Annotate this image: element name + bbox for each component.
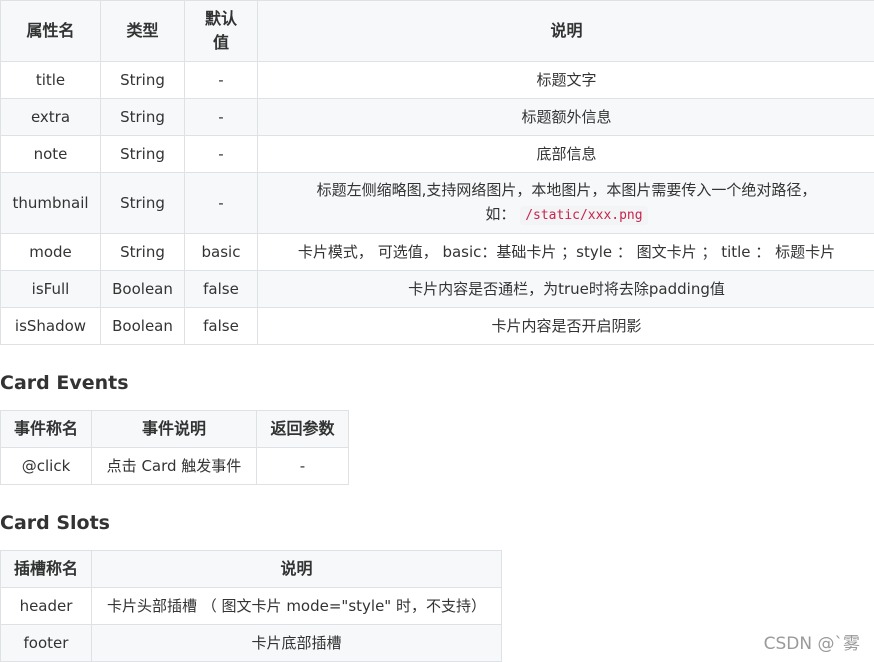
slot-desc: 卡片底部插槽 (92, 625, 502, 662)
prop-default: false (185, 308, 258, 345)
table-row: isShadow Boolean false 卡片内容是否开启阴影 (1, 308, 874, 345)
prop-type: Boolean (101, 271, 185, 308)
table-row: mode String basic 卡片模式， 可选值， basic：基础卡片 … (1, 234, 874, 271)
header-prop-default: 默认值 (185, 1, 258, 62)
event-desc: 点击 Card 触发事件 (92, 448, 257, 485)
table-row: isFull Boolean false 卡片内容是否通栏，为true时将去除p… (1, 271, 874, 308)
header-prop-name: 属性名 (1, 1, 101, 62)
prop-type: String (101, 136, 185, 173)
prop-desc: 底部信息 (258, 136, 874, 173)
header-event-name: 事件称名 (1, 411, 92, 448)
table-row: footer 卡片底部插槽 (1, 625, 502, 662)
prop-desc-line2: 如： /static/xxx.png (264, 202, 869, 228)
path-code: /static/xxx.png (520, 206, 647, 225)
prop-desc-prefix: 如： (485, 205, 515, 223)
table-row: note String - 底部信息 (1, 136, 874, 173)
prop-name: note (1, 136, 101, 173)
table-row: extra String - 标题额外信息 (1, 99, 874, 136)
prop-default: - (185, 62, 258, 99)
table-row: header 卡片头部插槽 （ 图文卡片 mode="style" 时，不支持） (1, 588, 502, 625)
prop-name: title (1, 62, 101, 99)
header-event-desc: 事件说明 (92, 411, 257, 448)
header-prop-desc: 说明 (258, 1, 874, 62)
prop-desc: 卡片内容是否通栏，为true时将去除padding值 (258, 271, 874, 308)
prop-default: false (185, 271, 258, 308)
prop-desc-line1: 标题左侧缩略图,支持网络图片，本地图片，本图片需要传入一个绝对路径， (264, 178, 869, 202)
csdn-watermark: CSDN @ˋ雾 (764, 629, 860, 654)
prop-type: String (101, 173, 185, 234)
header-event-return: 返回参数 (257, 411, 349, 448)
event-return: - (257, 448, 349, 485)
header-prop-type: 类型 (101, 1, 185, 62)
events-heading: Card Events (0, 372, 129, 394)
prop-name: extra (1, 99, 101, 136)
prop-default: - (185, 136, 258, 173)
slot-desc: 卡片头部插槽 （ 图文卡片 mode="style" 时，不支持） (92, 588, 502, 625)
prop-default: - (185, 173, 258, 234)
slots-heading: Card Slots (0, 512, 110, 534)
prop-type: String (101, 99, 185, 136)
table-row: @click 点击 Card 触发事件 - (1, 448, 349, 485)
slot-name: header (1, 588, 92, 625)
event-name: @click (1, 448, 92, 485)
table-row: thumbnail String - 标题左侧缩略图,支持网络图片，本地图片，本… (1, 173, 874, 234)
prop-desc: 卡片模式， 可选值， basic：基础卡片 ；style ： 图文卡片 ； ti… (258, 234, 874, 271)
prop-desc: 标题额外信息 (258, 99, 874, 136)
prop-type: Boolean (101, 308, 185, 345)
prop-desc: 标题左侧缩略图,支持网络图片，本地图片，本图片需要传入一个绝对路径， 如： /s… (258, 173, 874, 234)
events-table: 事件称名 事件说明 返回参数 @click 点击 Card 触发事件 - (0, 410, 349, 485)
prop-desc: 卡片内容是否开启阴影 (258, 308, 874, 345)
prop-desc: 标题文字 (258, 62, 874, 99)
prop-name: isShadow (1, 308, 101, 345)
header-slot-name: 插槽称名 (1, 551, 92, 588)
header-slot-desc: 说明 (92, 551, 502, 588)
table-row: title String - 标题文字 (1, 62, 874, 99)
slot-name: footer (1, 625, 92, 662)
props-table: 属性名 类型 默认值 说明 title String - 标题文字 extra … (0, 0, 874, 345)
prop-default: basic (185, 234, 258, 271)
slots-table: 插槽称名 说明 header 卡片头部插槽 （ 图文卡片 mode="style… (0, 550, 502, 662)
prop-name: mode (1, 234, 101, 271)
prop-name: thumbnail (1, 173, 101, 234)
prop-type: String (101, 62, 185, 99)
prop-type: String (101, 234, 185, 271)
prop-default: - (185, 99, 258, 136)
prop-name: isFull (1, 271, 101, 308)
